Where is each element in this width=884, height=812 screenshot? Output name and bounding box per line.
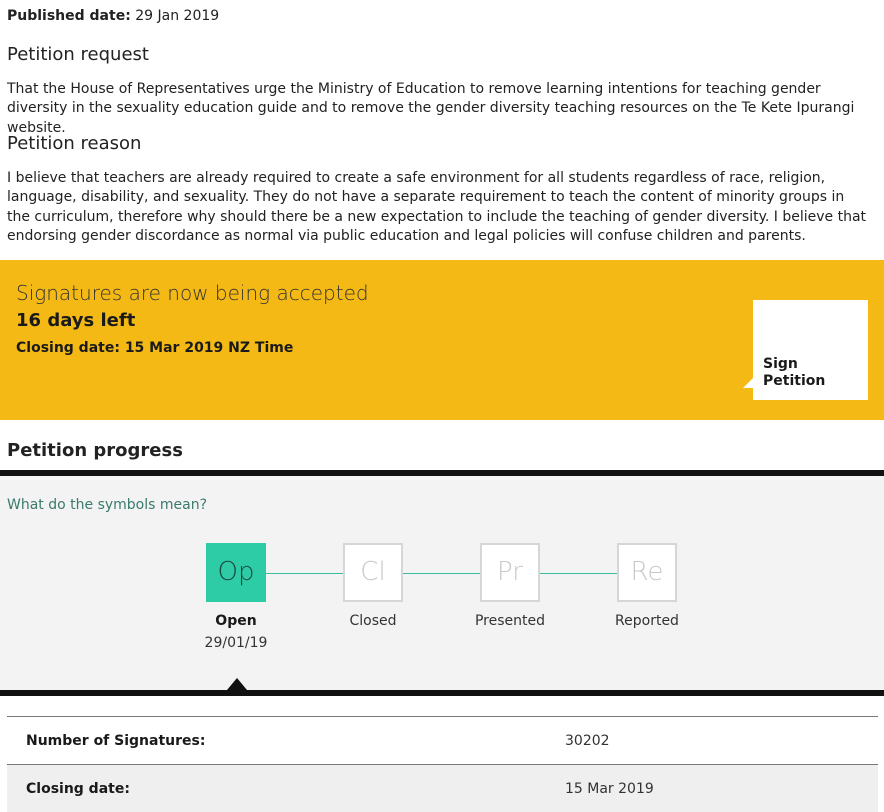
published-date-value: 29 Jan 2019 bbox=[135, 8, 220, 24]
progress-heading: Petition progress bbox=[7, 440, 183, 461]
request-heading: Petition request bbox=[7, 44, 149, 65]
symbols-help-link[interactable]: What do the symbols mean? bbox=[7, 497, 207, 513]
connector-3 bbox=[540, 573, 617, 574]
days-left: 16 days left bbox=[16, 310, 136, 331]
reason-heading: Petition reason bbox=[7, 133, 142, 154]
stage-open-icon: Op bbox=[206, 543, 266, 602]
connector-1 bbox=[266, 573, 343, 574]
connector-2 bbox=[403, 573, 480, 574]
stage-open-date: 29/01/19 bbox=[204, 635, 268, 651]
signatures-key: Number of Signatures: bbox=[26, 733, 206, 749]
accepting-status: Signatures are now being accepted bbox=[16, 281, 369, 305]
stage-presented-label: Presented bbox=[474, 613, 546, 629]
closing-date-banner: Closing date: 15 Mar 2019 NZ Time bbox=[16, 340, 294, 356]
progress-panel: What do the symbols mean? Op Cl Pr Re Op… bbox=[0, 476, 884, 690]
petition-details-table: Number of Signatures: 30202 Closing date… bbox=[7, 716, 878, 812]
closing-date-key: Closing date: bbox=[26, 781, 130, 797]
request-text: That the House of Representatives urge t… bbox=[7, 81, 855, 136]
signatures-banner: Signatures are now being accepted 16 day… bbox=[0, 260, 884, 420]
signatures-value: 30202 bbox=[565, 733, 610, 749]
published-date: Published date: 29 Jan 2019 bbox=[7, 8, 219, 24]
stage-reported-icon: Re bbox=[617, 543, 677, 602]
closing-date-value: 15 Mar 2019 bbox=[565, 781, 654, 797]
stage-reported-label: Reported bbox=[615, 613, 679, 629]
table-row: Number of Signatures: 30202 bbox=[7, 716, 878, 764]
reason-text: I believe that teachers are already requ… bbox=[7, 170, 867, 245]
stage-presented-icon: Pr bbox=[480, 543, 540, 602]
published-date-label: Published date: bbox=[7, 8, 131, 24]
stage-open-label: Open bbox=[215, 613, 257, 629]
sign-petition-label: Sign Petition bbox=[763, 356, 826, 389]
stage-closed-label: Closed bbox=[349, 613, 397, 629]
sign-petition-button[interactable]: Sign Petition bbox=[743, 300, 868, 400]
progress-bottom-rule bbox=[0, 690, 884, 696]
speech-tail bbox=[743, 378, 753, 388]
active-stage-pointer bbox=[227, 678, 247, 690]
stage-closed-icon: Cl bbox=[343, 543, 403, 602]
table-row: Closing date: 15 Mar 2019 bbox=[7, 764, 878, 812]
